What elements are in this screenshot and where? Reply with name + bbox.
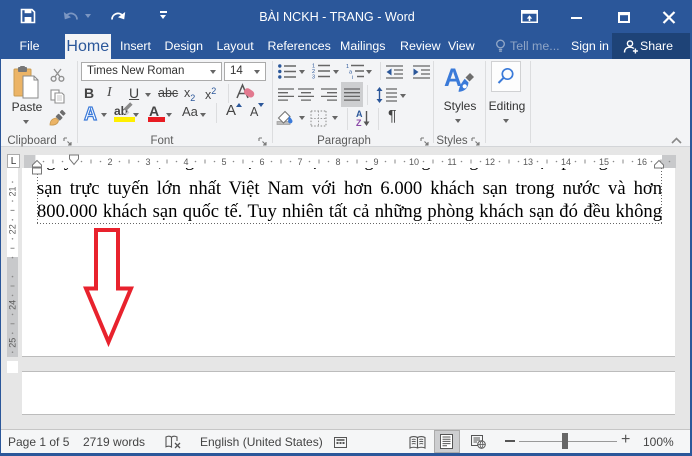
svg-text:2: 2 xyxy=(107,157,112,167)
svg-text:16: 16 xyxy=(637,157,647,167)
svg-text:10: 10 xyxy=(409,157,419,167)
svg-text:15: 15 xyxy=(599,157,609,167)
svg-text:21: 21 xyxy=(8,186,18,196)
svg-text:Z: Z xyxy=(356,118,362,128)
svg-text:7: 7 xyxy=(297,157,302,167)
svg-text:3: 3 xyxy=(145,157,150,167)
svg-text:i: i xyxy=(352,75,353,81)
svg-text:9: 9 xyxy=(373,157,378,167)
svg-text:8: 8 xyxy=(335,157,340,167)
svg-text:12: 12 xyxy=(485,157,495,167)
svg-text:14: 14 xyxy=(561,157,571,167)
svg-text:6: 6 xyxy=(259,157,264,167)
svg-text:24: 24 xyxy=(8,300,18,310)
svg-text:13: 13 xyxy=(523,157,533,167)
svg-text:A: A xyxy=(444,64,462,92)
svg-text:22: 22 xyxy=(8,224,18,234)
svg-text:4: 4 xyxy=(183,157,188,167)
svg-text:25: 25 xyxy=(8,338,18,348)
svg-text:3: 3 xyxy=(312,75,315,81)
svg-text:11: 11 xyxy=(447,157,456,167)
svg-text:5: 5 xyxy=(221,157,226,167)
